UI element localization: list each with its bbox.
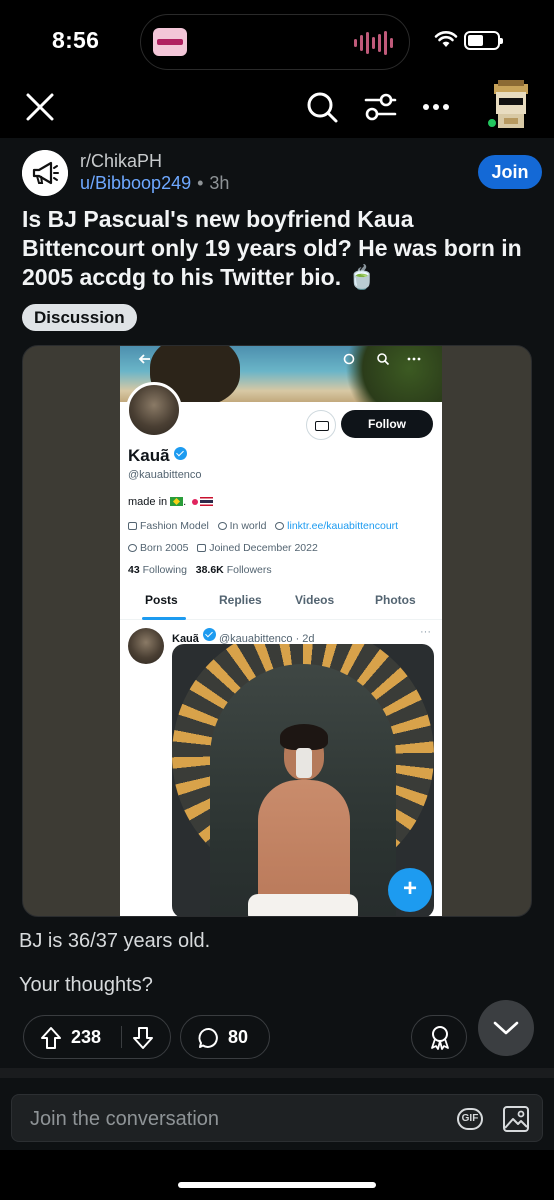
author-username[interactable]: u/Bibboop249 bbox=[80, 173, 191, 193]
post-meta: u/Bibboop249 • 3h bbox=[80, 173, 229, 194]
back-arrow-icon bbox=[138, 354, 150, 364]
post-flair[interactable]: Discussion bbox=[22, 304, 137, 331]
composer-area: Join the conversation GIF bbox=[0, 1078, 554, 1150]
status-time: 8:56 bbox=[52, 27, 100, 53]
follow-stats: 43 Following 38.6K Followers bbox=[128, 564, 272, 576]
thailand-flag-icon bbox=[200, 497, 214, 506]
comment-count: 80 bbox=[228, 1027, 249, 1047]
bottom-safe-area bbox=[0, 1150, 554, 1200]
upvote-count: 238 bbox=[71, 1027, 102, 1047]
post: r/ChikaPH u/Bibboop249 • 3h Join Is BJ Pas… bbox=[0, 138, 554, 1068]
tab-posts: Posts bbox=[145, 593, 178, 607]
profile-tabs: Posts Replies Videos Photos bbox=[120, 590, 442, 620]
post-image[interactable]: Follow Kauã @kauabittenco made in. Fashi… bbox=[22, 345, 532, 917]
comment-input[interactable]: Join the conversation bbox=[30, 1108, 219, 1131]
compose-fab-icon: + bbox=[388, 868, 432, 912]
status-bar: 8:56 bbox=[0, 0, 554, 80]
profile-name: Kauã bbox=[128, 446, 187, 466]
battery-icon bbox=[464, 31, 503, 50]
refresh-icon bbox=[343, 353, 355, 365]
comment-icon bbox=[198, 1028, 218, 1048]
mail-icon bbox=[306, 410, 336, 440]
image-icon[interactable] bbox=[502, 1105, 530, 1133]
search-icon[interactable] bbox=[304, 89, 340, 125]
online-status-dot bbox=[486, 117, 498, 129]
comments-button[interactable]: 80 bbox=[180, 1015, 270, 1059]
upvote-icon[interactable] bbox=[40, 1026, 62, 1050]
dynamic-island[interactable] bbox=[140, 14, 410, 70]
more-icon[interactable] bbox=[420, 89, 452, 125]
tweet-more-icon: ··· bbox=[420, 626, 431, 638]
post-age: 3h bbox=[209, 173, 230, 193]
profile-bio: made in. bbox=[128, 496, 214, 508]
balloon-icon bbox=[128, 544, 137, 552]
calendar-icon bbox=[197, 544, 207, 552]
wifi-icon bbox=[434, 31, 458, 47]
top-nav bbox=[0, 80, 554, 138]
section-divider bbox=[0, 1068, 554, 1078]
active-tab-indicator bbox=[142, 617, 186, 620]
profile-dates: Born 2005 Joined December 2022 bbox=[128, 542, 318, 554]
location-icon bbox=[217, 522, 227, 530]
link-icon bbox=[275, 522, 285, 530]
post-body-line: BJ is 36/37 years old. bbox=[19, 930, 211, 952]
join-button[interactable]: Join bbox=[478, 155, 542, 189]
subreddit-icon[interactable] bbox=[22, 150, 68, 196]
more-icon bbox=[407, 357, 421, 361]
profile-details: Fashion Model In world linktr.ee/kauabit… bbox=[128, 520, 398, 532]
pin-icon bbox=[192, 499, 199, 505]
tab-videos: Videos bbox=[295, 593, 335, 607]
profile-picture bbox=[126, 382, 182, 438]
follow-button: Follow bbox=[341, 410, 433, 438]
twitter-profile-screenshot: Follow Kauã @kauabittenco made in. Fashi… bbox=[120, 346, 442, 916]
filter-icon[interactable] bbox=[362, 89, 398, 125]
subreddit-name[interactable]: r/ChikaPH bbox=[80, 151, 162, 172]
audio-wave-icon bbox=[354, 31, 393, 55]
vote-bar: 238 bbox=[23, 1015, 171, 1059]
post-body-line: Your thoughts? bbox=[19, 974, 153, 996]
award-button[interactable] bbox=[411, 1015, 467, 1059]
scroll-down-button[interactable] bbox=[478, 1000, 534, 1056]
search-icon bbox=[377, 353, 390, 366]
close-icon[interactable] bbox=[22, 89, 58, 125]
tweet-header: Kauã @kauabittenco · 2d bbox=[172, 628, 315, 645]
comment-composer[interactable]: Join the conversation GIF bbox=[11, 1094, 543, 1142]
home-indicator[interactable] bbox=[178, 1182, 376, 1188]
brazil-flag-icon bbox=[170, 497, 184, 506]
tweet-avatar bbox=[128, 628, 164, 664]
tab-photos: Photos bbox=[375, 593, 416, 607]
profile-handle: @kauabittenco bbox=[128, 469, 202, 481]
award-icon bbox=[431, 1026, 449, 1050]
vote-divider bbox=[121, 1026, 122, 1048]
chevron-down-icon bbox=[493, 1021, 519, 1035]
post-title: Is BJ Pascual's new boyfriend Kaua Bitte… bbox=[22, 206, 522, 290]
now-playing-thumbnail bbox=[153, 28, 187, 56]
downvote-icon[interactable] bbox=[132, 1026, 154, 1050]
verified-icon bbox=[173, 447, 187, 460]
briefcase-icon bbox=[128, 522, 137, 530]
gif-icon[interactable]: GIF bbox=[457, 1108, 483, 1130]
verified-icon bbox=[202, 628, 216, 641]
meta-separator: • bbox=[197, 173, 204, 193]
tab-replies: Replies bbox=[219, 593, 262, 607]
